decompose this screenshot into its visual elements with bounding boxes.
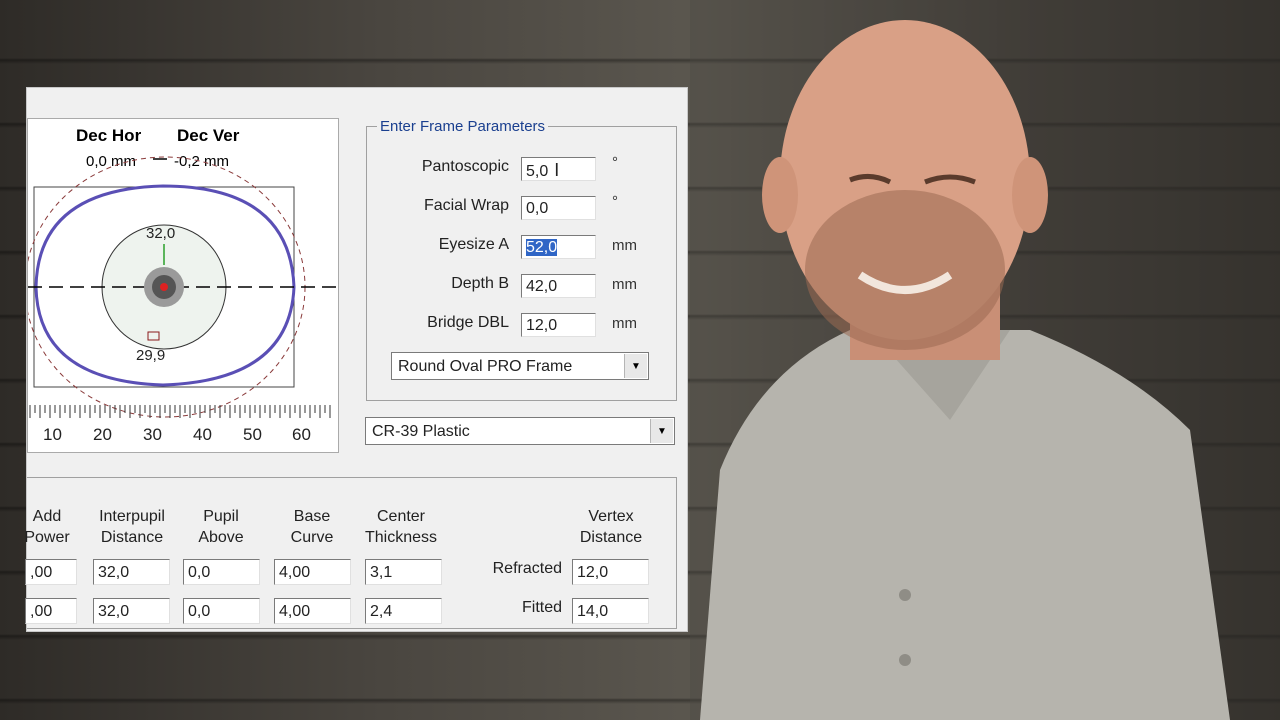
ruler-tick-10: 10 [43,425,62,444]
text-cursor-icon: I [554,160,560,180]
depth-b-field[interactable]: 42,0 [521,274,596,298]
base-curve-header: Base Curve [290,508,334,546]
pupil-above-field-2[interactable]: 0,0 [183,598,260,624]
facial-wrap-field[interactable]: 0,0 [521,196,596,220]
base-curve-field-1[interactable]: 4,00 [274,559,351,585]
chevron-down-icon[interactable]: ▼ [624,354,647,378]
eyesize-a-field[interactable]: 52,0 [521,235,596,259]
eyesize-a-unit: mm [612,237,637,254]
add-power-field-1[interactable]: ,00 [25,559,77,585]
top-thickness: 32,0 [146,225,176,242]
frame-type-value: Round Oval PRO Frame [398,358,573,375]
add-power-field-2[interactable]: ,00 [25,598,77,624]
bridge-dbl-unit: mm [612,315,637,332]
interpupil-distance-field-2[interactable]: 32,0 [93,598,170,624]
ruler-tick-50: 50 [243,425,262,444]
fitted-vertex-field[interactable]: 14,0 [572,598,649,624]
bridge-dbl-label: Bridge DBL [427,314,509,331]
ruler-tick-30: 30 [143,425,162,444]
facial-wrap-label: Facial Wrap [423,197,509,214]
pantoscopic-unit: ° [612,154,618,171]
chevron-down-icon[interactable]: ▼ [650,419,673,443]
lens-designer-window: Dec Hor Dec Ver 0,0 mm -0,2 mm 32,0 29,9… [24,87,688,632]
pantoscopic-label: Pantoscopic [421,158,509,175]
pantoscopic-field[interactable]: 5,0 I [521,157,596,181]
ruler-tick-40: 40 [193,425,212,444]
pupil-above-field-1[interactable]: 0,0 [183,559,260,585]
vertex-distance-header: Vertex Distance [579,508,643,546]
add-power-header: Add Power [24,508,70,546]
interpupil-distance-field-1[interactable]: 32,0 [93,559,170,585]
center-thickness-field-1[interactable]: 3,1 [365,559,442,585]
refracted-vertex-field[interactable]: 12,0 [572,559,649,585]
frame-type-select[interactable]: Round Oval PRO Frame ▼ [391,352,649,380]
fitted-label: Fitted [521,599,562,616]
lens-diagram [28,156,340,418]
ruler-tick-60: 60 [292,425,311,444]
center-thickness-header: Center Thickness [364,508,438,546]
refracted-label: Refracted [492,560,562,577]
depth-b-label: Depth B [451,275,509,292]
depth-b-unit: mm [612,276,637,293]
material-select[interactable]: CR-39 Plastic ▼ [365,417,675,445]
bottom-thickness: 29,9 [136,347,166,364]
facial-wrap-unit: ° [612,193,618,210]
ruler [29,405,331,418]
eyesize-a-label: Eyesize A [438,236,509,253]
interpupil-distance-header: Interpupil Distance [99,508,165,546]
lens-preview: Dec Hor Dec Ver 0,0 mm -0,2 mm 32,0 29,9… [27,118,340,453]
ruler-tick-20: 20 [93,425,112,444]
base-curve-field-2[interactable]: 4,00 [274,598,351,624]
center-thickness-field-2[interactable]: 2,4 [365,598,442,624]
material-value: CR-39 Plastic [372,423,470,440]
pupil-above-header: Pupil Above [198,508,244,546]
bridge-dbl-field[interactable]: 12,0 [521,313,596,337]
frame-parameters-title: Enter Frame Parameters [377,118,549,135]
